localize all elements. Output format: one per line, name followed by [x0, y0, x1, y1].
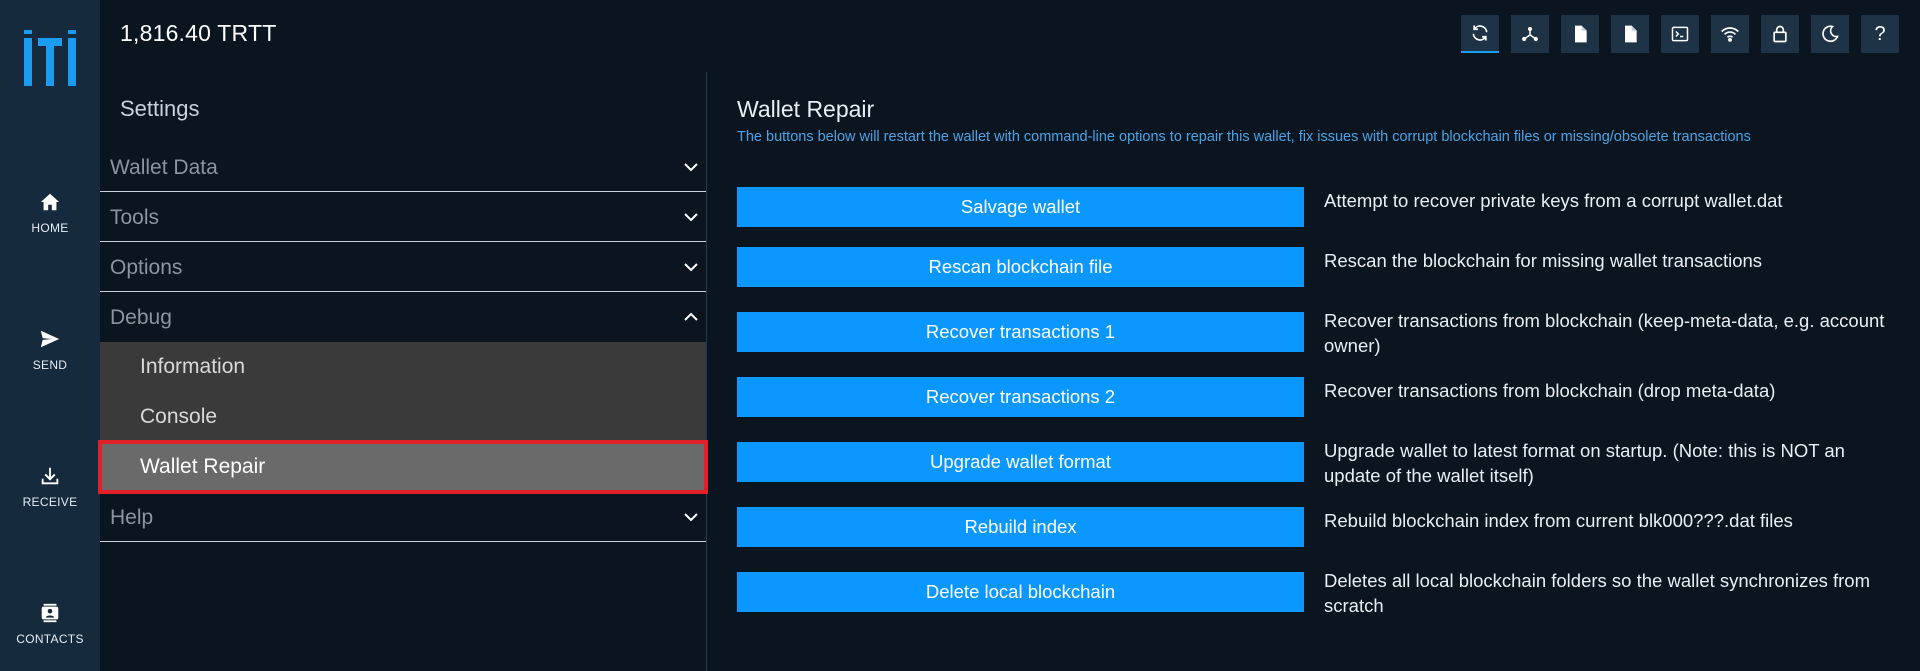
salvage-wallet-button[interactable]: Salvage wallet — [737, 187, 1304, 227]
chevron-down-icon — [684, 163, 698, 172]
chevron-down-icon — [684, 263, 698, 272]
terminal-icon — [1671, 26, 1689, 42]
section-tools-label: Tools — [110, 206, 160, 229]
sync-button[interactable] — [1461, 15, 1499, 53]
wifi-icon — [1721, 27, 1739, 42]
nav-rail: HOME SEND RECEIVE CONTACTS — [0, 0, 100, 671]
page-title: Wallet Repair — [737, 96, 875, 122]
network-button[interactable] — [1511, 15, 1549, 53]
home-icon — [40, 193, 60, 211]
nav-contacts-label: CONTACTS — [16, 632, 84, 646]
debug-item-wallet-repair-label: Wallet Repair — [140, 455, 266, 478]
file-icon — [1625, 25, 1637, 43]
rescan-blockchain-description: Rescan the blockchain for missing wallet… — [1324, 250, 1763, 271]
nav-home-label: HOME — [31, 221, 69, 235]
section-options-label: Options — [110, 256, 183, 279]
chevron-down-icon — [684, 213, 698, 222]
page-subtitle: The buttons below will restart the walle… — [737, 129, 1751, 145]
section-options[interactable]: Options — [100, 242, 706, 292]
nav-send[interactable]: SEND — [0, 315, 100, 385]
theme-button[interactable] — [1811, 15, 1849, 53]
moon-icon — [1822, 25, 1839, 43]
salvage-wallet-description: Attempt to recover private keys from a c… — [1324, 190, 1783, 211]
upgrade-wallet-format-description: Upgrade wallet to latest format on start… — [1324, 440, 1845, 486]
debug-item-information-label: Information — [140, 355, 246, 378]
rescan-blockchain-button[interactable]: Rescan blockchain file — [737, 247, 1304, 287]
debug-item-wallet-repair[interactable]: Wallet Repair — [98, 440, 708, 494]
nav-receive[interactable]: RECEIVE — [0, 452, 100, 522]
wallet-balance: 1,816.40 TRTT — [120, 20, 277, 46]
section-wallet-data-label: Wallet Data — [110, 156, 218, 179]
recover-transactions-1-description: Recover transactions from blockchain (ke… — [1324, 310, 1885, 356]
rebuild-index-description: Rebuild blockchain index from current bl… — [1324, 510, 1793, 531]
debug-item-information[interactable]: Information — [100, 342, 706, 392]
help-button[interactable]: ? — [1861, 15, 1899, 53]
console-button[interactable] — [1661, 15, 1699, 53]
network-icon — [1522, 26, 1538, 42]
wifi-button[interactable] — [1711, 15, 1749, 53]
delete-local-blockchain-description: Deletes all local blockchain folders so … — [1324, 570, 1871, 616]
delete-local-blockchain-button[interactable]: Delete local blockchain — [737, 572, 1304, 612]
recover-transactions-2-button[interactable]: Recover transactions 2 — [737, 377, 1304, 417]
debug-item-console[interactable]: Console — [100, 392, 706, 442]
nav-receive-label: RECEIVE — [22, 495, 78, 509]
panel-divider — [706, 72, 707, 671]
section-help-label: Help — [110, 506, 154, 529]
help-icon: ? — [1874, 22, 1886, 45]
section-help[interactable]: Help — [100, 492, 706, 542]
recover-transactions-2-description: Recover transactions from blockchain (dr… — [1324, 380, 1776, 401]
settings-title: Settings — [120, 96, 200, 121]
chevron-up-icon — [684, 312, 698, 321]
section-debug-label: Debug — [110, 306, 172, 329]
section-tools[interactable]: Tools — [100, 192, 706, 242]
chevron-down-icon — [684, 513, 698, 522]
sync-icon — [1472, 25, 1488, 41]
receive-icon — [41, 467, 59, 485]
file-button-2[interactable] — [1611, 15, 1649, 53]
contacts-icon — [41, 603, 59, 623]
lock-button[interactable] — [1761, 15, 1799, 53]
send-icon — [40, 330, 60, 348]
section-wallet-data[interactable]: Wallet Data — [100, 142, 706, 192]
recover-transactions-1-button[interactable]: Recover transactions 1 — [737, 312, 1304, 352]
file-icon — [1575, 25, 1587, 43]
app-logo — [24, 30, 76, 86]
nav-contacts[interactable]: CONTACTS — [0, 589, 100, 659]
nav-send-label: SEND — [32, 358, 68, 372]
rebuild-index-button[interactable]: Rebuild index — [737, 507, 1304, 547]
debug-item-console-label: Console — [140, 405, 218, 428]
section-debug[interactable]: Debug — [100, 292, 706, 342]
lock-icon — [1773, 25, 1787, 43]
file-button-1[interactable] — [1561, 15, 1599, 53]
upgrade-wallet-format-button[interactable]: Upgrade wallet format — [737, 442, 1304, 482]
nav-home[interactable]: HOME — [0, 178, 100, 248]
